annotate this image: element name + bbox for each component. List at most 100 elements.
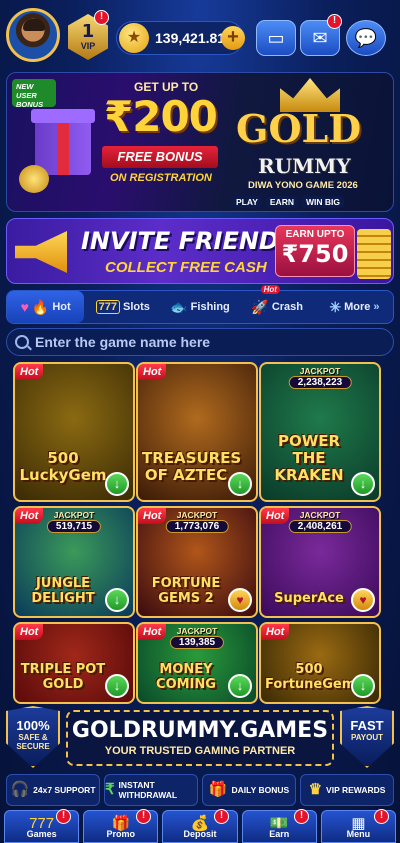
logo-rummy: RUMMY [258,154,351,178]
domain-panel: GOLDRUMMY.GAMES YOUR TRUSTED GAMING PART… [66,710,334,766]
tag-play: PLAY [232,196,262,208]
hot-badge: Hot [261,624,290,640]
download-icon[interactable]: ↓ [351,472,375,496]
wallet-icon: ₹ [105,781,115,798]
fast-payout-badge: FAST PAYOUT [340,706,394,768]
avatar[interactable] [6,8,60,62]
tab-label: Crash [271,301,304,313]
jackpot-value: 2,238,223 [288,376,352,389]
jackpot-value: 1,773,076 [165,520,229,533]
tab-hot[interactable]: ♥ 🔥 Hot [7,291,85,323]
nav-label: Menu [346,829,371,839]
game-card[interactable]: Hot JACKPOT 1,773,076 FORTUNE GEMS 2 ♥ [136,506,258,618]
nav-deposit-alert: ! [214,809,229,824]
safe-label: SAFE & SECURE [16,733,50,751]
jackpot-display: JACKPOT 2,238,223 [288,366,352,389]
rocket-icon: 🚀 [251,298,269,315]
jackpot-label: JACKPOT [299,366,341,376]
feature-label: VIP REWARDS [326,785,386,795]
game-card[interactable]: Hot TREASURES OF AZTEC ↓ [136,362,258,502]
nav-label: Games [26,829,57,839]
fish-icon: 🐟 [170,298,188,315]
nav-label: Deposit [183,829,217,839]
jackpot-value: 139,385 [169,636,225,649]
safe-percent: 100% [16,718,50,733]
jackpot-label: JACKPOT [299,510,341,520]
earn-value: ₹750 [281,240,349,268]
game-card[interactable]: Hot 500 LuckyGem ↓ [13,362,135,502]
game-card[interactable]: Hot JACKPOT 139,385 MONEY COMING ↓ [136,622,258,704]
search-bar [6,328,394,356]
favorite-icon[interactable]: ♥ [228,588,252,612]
jackpot-display: JACKPOT 139,385 [169,626,225,649]
wallet-button[interactable]: ▭ [256,20,296,56]
feature-vip-rewards[interactable]: ♛ VIP REWARDS [300,774,394,806]
download-icon[interactable]: ↓ [105,472,129,496]
download-icon[interactable]: ↓ [105,674,129,698]
download-icon[interactable]: ↓ [351,674,375,698]
tag-win-big: WIN BIG [301,196,344,208]
payout-label: PAYOUT [350,733,383,742]
feature-withdrawal[interactable]: ₹ INSTANT WITHDRAWAL [104,774,198,806]
feature-daily-bonus[interactable]: 🎁 DAILY BONUS [202,774,296,806]
download-icon[interactable]: ↓ [228,472,252,496]
feature-label: INSTANT WITHDRAWAL [118,780,178,800]
search-input[interactable] [35,334,375,350]
tab-more[interactable]: ✳ More » [316,291,393,323]
slogan-text: YOUR TRUSTED GAMING PARTNER [104,745,296,757]
invite-subtitle: COLLECT FREE CASH [105,259,267,276]
nav-label: Earn [269,829,290,839]
search-icon [15,335,29,349]
heart-flame-icon: ♥ [20,299,29,315]
tab-fishing[interactable]: 🐟 Fishing [161,291,238,323]
tab-crash[interactable]: Hot 🚀 Crash [239,285,316,323]
bonus-amount: ₹200 [104,92,218,141]
mail-alert-dot: ! [327,14,342,29]
new-user-tag: NEW USER BONUS [12,79,56,109]
game-card[interactable]: Hot JACKPOT 519,715 JUNGLE DELIGHT ↓ [13,506,135,618]
tab-label: Slots [123,301,150,313]
wallet-icon: ▭ [267,28,285,48]
coin-icon: ★ [119,23,149,53]
mail-icon: ✉ [312,28,328,48]
feature-label: 24x7 SUPPORT [33,785,96,795]
feature-support[interactable]: 🎧 24x7 SUPPORT [6,774,100,806]
download-icon[interactable]: ↓ [228,674,252,698]
download-icon[interactable]: ↓ [105,588,129,612]
safe-secure-badge: 100% SAFE & SECURE [6,706,60,768]
hot-badge: Hot [261,508,290,524]
game-card[interactable]: Hot TRIPLE POT GOLD ↓ [13,622,135,704]
add-funds-button[interactable]: + [221,26,245,50]
tab-slots[interactable]: 777 Slots [84,291,161,323]
jackpot-value: 2,408,261 [288,520,352,533]
jackpot-label: JACKPOT [176,626,218,636]
balance-pill: ★ 139,421.81 + [116,21,245,55]
crown-icon: ♛ [308,781,323,798]
compass-icon: ✳ [329,298,342,315]
free-bonus-ribbon: FREE BONUS [102,146,218,168]
game-card[interactable]: JACKPOT 2,238,223 POWER THE KRAKEN ↓ [259,362,381,502]
hot-badge: Hot [138,508,167,524]
nav-promo-alert: ! [136,809,151,824]
feature-strip: 🎧 24x7 SUPPORT ₹ INSTANT WITHDRAWAL 🎁 DAILY… [6,774,394,806]
vip-label: VIP [80,41,96,51]
tab-label: Hot [52,301,71,313]
nav-games-alert: ! [56,809,71,824]
invite-banner[interactable]: INVITE FRIENDS COLLECT FREE CASH EARN UP… [6,218,394,284]
slots-777-icon: 777 [95,300,121,314]
logo-gold: GOLD [236,106,362,151]
game-card[interactable]: Hot JACKPOT 2,408,261 SuperAce ♥ [259,506,381,618]
chat-icon: 💬 [354,28,378,48]
game-subtitle: DIWA YONO GAME 2026 [248,180,358,191]
support-chat-button[interactable]: 💬 [346,20,386,56]
coin-stack-icon [357,229,391,279]
nav-label: Promo [106,829,136,839]
favorite-icon[interactable]: ♥ [351,588,375,612]
balance-amount: 139,421.81 [155,30,226,46]
jackpot-label: JACKPOT [53,510,95,520]
jackpot-display: JACKPOT 1,773,076 [165,510,229,533]
hot-badge: Hot [15,364,44,380]
tab-label: More [344,301,371,313]
on-registration-text: ON REGISTRATION [110,172,212,184]
game-card[interactable]: Hot 500 FortuneGem ↓ [259,622,381,704]
